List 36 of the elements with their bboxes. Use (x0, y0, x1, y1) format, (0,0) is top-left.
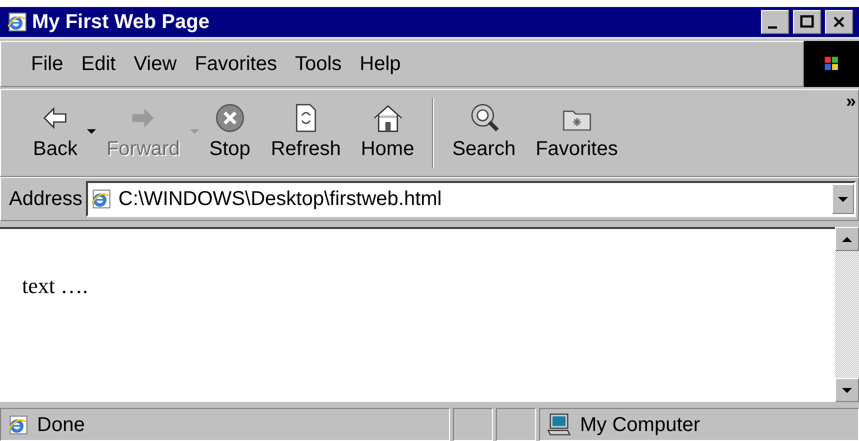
windows-logo-icon (804, 41, 859, 87)
address-label: Address (9, 187, 82, 212)
minimize-button[interactable] (761, 10, 789, 34)
toolbar-button: Forward (96, 100, 190, 166)
status-text: Done (37, 412, 85, 438)
body-text: text …. (22, 273, 88, 298)
toolbar-button[interactable]: Refresh (260, 100, 351, 166)
menu-item[interactable]: Tools (286, 49, 350, 79)
more-button[interactable]: » (846, 92, 856, 110)
menu-item[interactable]: Favorites (186, 49, 285, 79)
browser-page-icon (6, 11, 28, 33)
caret-icon (838, 196, 848, 202)
toolbar-button[interactable]: Favorites (526, 100, 628, 166)
address-field[interactable]: C:\WINDOWS\Desktop\firstweb.html (86, 181, 856, 217)
close-button[interactable] (825, 10, 853, 34)
computer-icon (546, 412, 572, 438)
toolbar-button[interactable]: Back (23, 100, 88, 166)
zone-text: My Computer (580, 412, 700, 438)
menu-item[interactable]: Help (352, 49, 409, 79)
browser-page-icon (7, 414, 29, 436)
status-pane (496, 408, 536, 441)
maximize-button[interactable] (793, 10, 821, 34)
browser-page-icon (90, 188, 112, 210)
menu-item[interactable]: View (126, 49, 185, 79)
stop-icon (214, 102, 246, 134)
dropdown-caret-icon[interactable] (87, 128, 96, 134)
menu-item[interactable]: File (23, 49, 72, 79)
menu-item[interactable]: Edit (73, 49, 124, 79)
dropdown-button[interactable] (832, 184, 854, 214)
minimize-icon (768, 26, 776, 28)
status-pane (453, 408, 493, 441)
toolbar-button[interactable]: Stop (198, 100, 261, 166)
toolbar-button[interactable]: Home (350, 100, 424, 166)
toolbar-button[interactable]: Search (442, 100, 526, 166)
window-title: My First Web Page (32, 10, 210, 35)
vertical-scrollbar[interactable] (835, 227, 859, 402)
